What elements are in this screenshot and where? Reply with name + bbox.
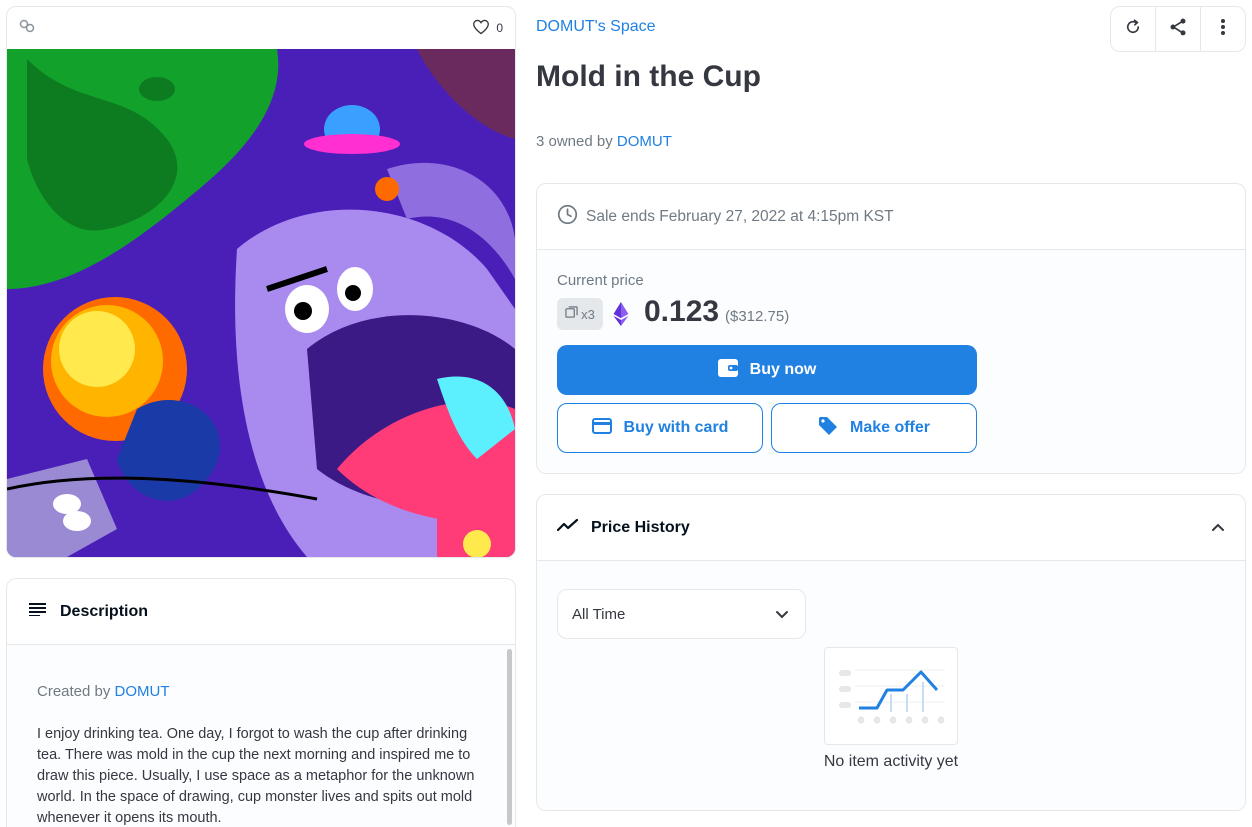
owned-prefix: 3 owned by: [536, 133, 613, 150]
price-history-body: All Time No item activity yet: [537, 561, 1245, 810]
share-button[interactable]: [1156, 7, 1201, 51]
price-history-title: Price History: [591, 518, 690, 536]
description-body: Created by DOMUT I enjoy drinking tea. O…: [7, 645, 515, 827]
item-actions: [1110, 6, 1246, 52]
artwork-card: 0: [6, 6, 516, 558]
eth-icon: [613, 302, 629, 331]
sale-panel: Sale ends February 27, 2022 at 4:15pm KS…: [536, 183, 1246, 474]
created-prefix: Created by: [37, 683, 111, 700]
current-price: 0.123: [644, 295, 720, 328]
collection-link[interactable]: DOMUT's Space: [536, 18, 656, 36]
lines-icon: [29, 602, 46, 621]
price-history-panel: Price History All Time No item activity …: [536, 494, 1246, 811]
chevron-down-icon: [775, 606, 789, 623]
link-icon[interactable]: [19, 19, 35, 38]
artwork-image[interactable]: [7, 49, 515, 557]
sale-header: Sale ends February 27, 2022 at 4:15pm KS…: [537, 184, 1245, 250]
buy-with-card-button[interactable]: Buy with card: [557, 403, 763, 453]
refresh-icon: [1124, 18, 1142, 41]
buy-now-button[interactable]: Buy now: [557, 345, 977, 395]
more-button[interactable]: [1201, 7, 1245, 51]
tag-icon: [818, 416, 838, 441]
artwork-topbar: 0: [7, 7, 515, 49]
item-title: Mold in the Cup: [536, 60, 761, 93]
buy-now-label: Buy now: [749, 361, 817, 378]
description-scrollbar[interactable]: [507, 649, 512, 825]
like-count: 0: [496, 21, 503, 35]
make-offer-label: Make offer: [849, 419, 931, 436]
favorite-button[interactable]: 0: [472, 19, 503, 38]
chevron-up-icon[interactable]: [1211, 519, 1225, 537]
heart-icon: [472, 19, 490, 38]
price-usd: ($312.75): [725, 308, 790, 325]
ownership-info: 3 owned by DOMUT: [536, 133, 672, 150]
time-range-value: All Time: [572, 605, 626, 623]
share-icon: [1168, 17, 1188, 42]
quantity-value: x3: [581, 306, 595, 322]
trend-icon: [556, 518, 579, 537]
description-text: I enjoy drinking tea. One day, I forgot …: [37, 726, 475, 826]
buy-with-card-label: Buy with card: [623, 419, 729, 436]
sale-body: Current price x3 0.123 ($312.75) Buy now…: [537, 250, 1245, 473]
more-icon: [1220, 18, 1226, 41]
refresh-button[interactable]: [1111, 7, 1156, 51]
creator-link[interactable]: DOMUT: [115, 683, 170, 700]
quantity-badge: x3: [557, 298, 603, 330]
description-panel: Description Created by DOMUT I enjoy dri…: [6, 578, 516, 827]
empty-activity-text: No item activity yet: [823, 753, 959, 770]
make-offer-button[interactable]: Make offer: [771, 403, 977, 453]
clock-icon: [557, 204, 578, 230]
time-range-select[interactable]: All Time: [557, 589, 806, 639]
description-header[interactable]: Description: [7, 579, 515, 645]
owner-link[interactable]: DOMUT: [617, 133, 672, 150]
card-icon: [591, 417, 612, 439]
created-by: Created by DOMUT: [37, 683, 485, 700]
wallet-icon: [717, 358, 738, 382]
sale-ends: Sale ends February 27, 2022 at 4:15pm KS…: [586, 207, 894, 225]
price-history-header[interactable]: Price History: [537, 495, 1245, 561]
copies-icon: [565, 306, 578, 322]
current-price-label: Current price: [557, 272, 644, 289]
description-title: Description: [60, 602, 149, 620]
empty-chart-illustration: [824, 647, 958, 745]
